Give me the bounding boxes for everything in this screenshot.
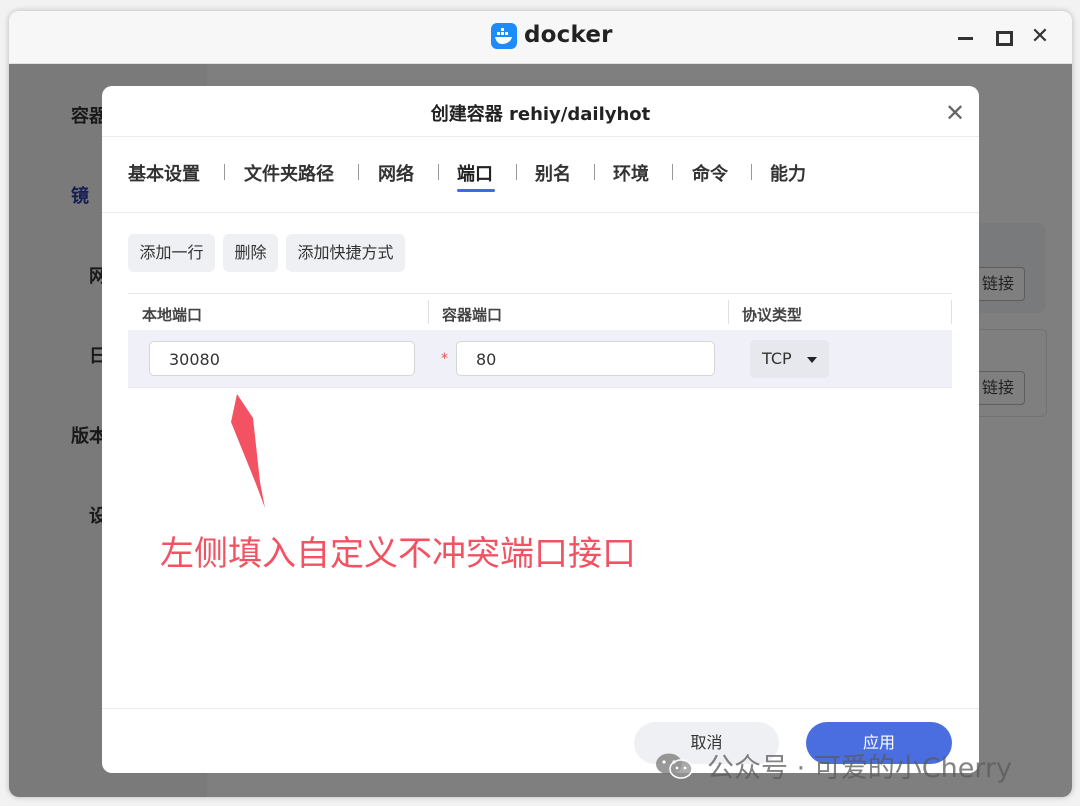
annotation-text: 左侧填入自定义不冲突端口接口 [160, 534, 636, 574]
title-bar: docker ✕ [9, 11, 1072, 64]
close-window-icon[interactable]: ✕ [1029, 26, 1051, 48]
wechat-icon [656, 753, 693, 779]
annotation-arrow [231, 394, 265, 508]
docker-logo-icon [491, 23, 517, 49]
create-container-dialog: 创建容器 rehiy/dailyhot ✕ 基本设置 文件夹路径 网络 端口 别… [102, 86, 979, 773]
maximize-icon[interactable] [993, 26, 1015, 48]
watermark-text: 公众号 · 可爱的小Cherry [707, 753, 1013, 784]
app-title: docker [524, 22, 613, 48]
dialog-footer-divider [102, 708, 979, 709]
minimize-icon[interactable] [955, 26, 977, 48]
